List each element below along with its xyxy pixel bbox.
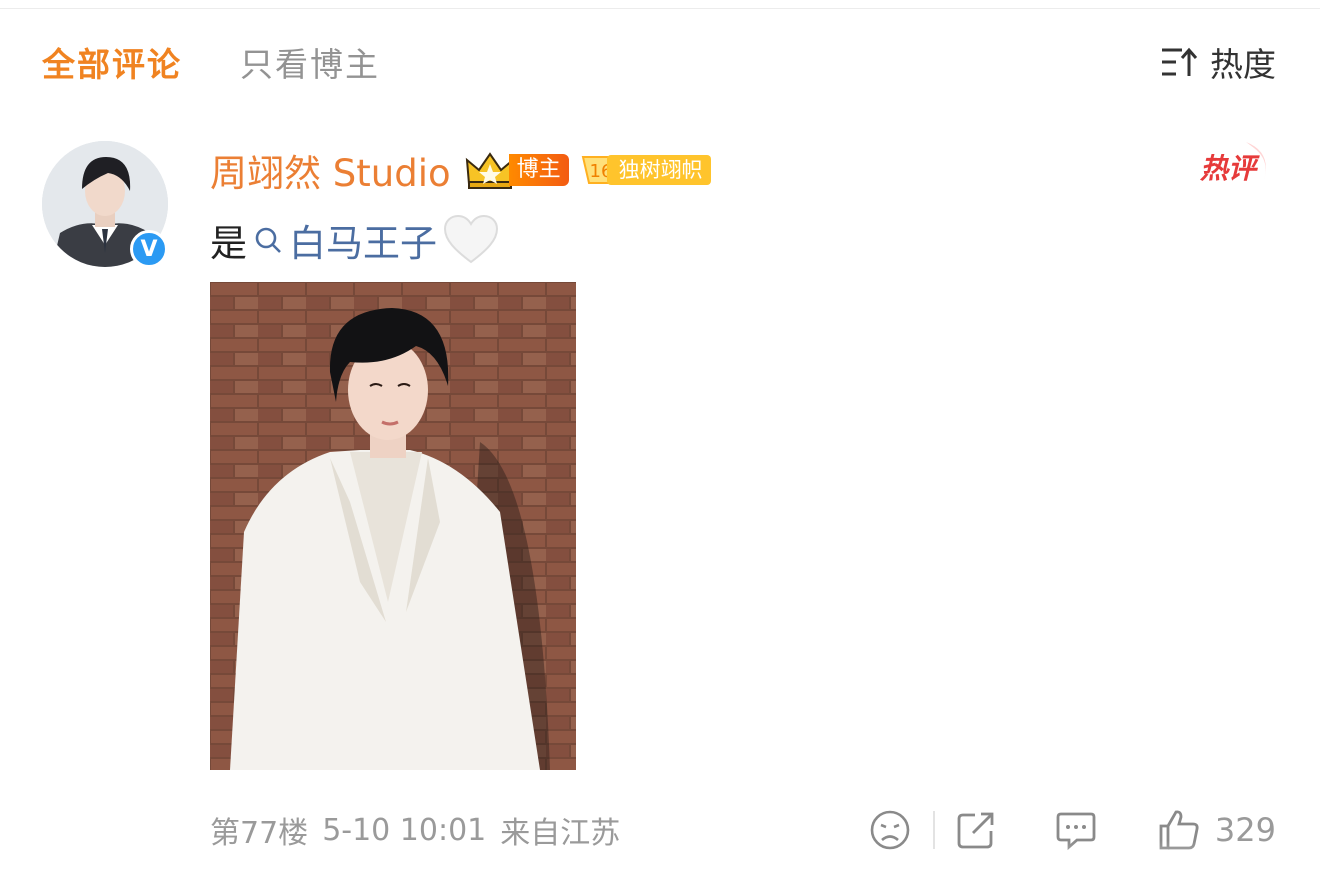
sort-icon [1162,47,1198,76]
fan-badge[interactable]: 16 独树翊帜 [581,152,711,188]
sort-label: 热度 [1210,45,1276,84]
search-icon [255,227,281,253]
topic-text: 白马王子 [289,222,437,265]
tab-blogger-only[interactable]: 只看博主 [240,38,380,86]
verified-badge-icon: V [130,230,168,268]
topic-link[interactable]: 白马王子 [253,213,437,267]
fan-badge-label: 独树翊帜 [606,155,711,185]
username-link[interactable]: 周翊然 Studio [210,143,451,197]
comment-tabs: 全部评论 只看博主 [42,38,438,86]
white-heart-icon [443,214,499,264]
comment-actions: 329 [869,804,1276,856]
comment-image[interactable] [210,282,576,770]
reply-button[interactable] [1055,809,1097,851]
dislike-button[interactable] [869,809,911,851]
comment-datetime: 5-10 10:01 [322,812,487,848]
sad-face-icon [870,810,910,850]
comment-text: 是 白马王子 [210,212,499,268]
hot-comment-label: 热评 [1199,152,1260,185]
comment-meta: 第77楼 5-10 10:01 来自江苏 [210,806,634,854]
comment-text-prefix: 是 [210,222,247,265]
like-button[interactable]: 329 [1157,808,1276,852]
top-divider [0,8,1320,9]
thumbs-up-icon [1159,810,1199,850]
hot-comment-tag-icon: 热评 [1199,142,1266,185]
host-badge-label: 博主 [508,154,569,186]
host-badge: 博主 [465,152,569,189]
tab-all-comments[interactable]: 全部评论 [42,38,182,86]
share-icon [957,812,994,849]
comment-icon [1056,812,1096,851]
floor-number: 第77楼 [210,816,309,851]
comment-location: 来自江苏 [500,816,621,851]
comment-header: 周翊然 Studio 博主 16 独树翊帜 [210,143,711,197]
like-count: 329 [1214,811,1276,849]
crown-icon [465,152,514,189]
action-divider [932,811,935,849]
share-button[interactable] [955,809,997,851]
sort-button[interactable]: 热度 [1160,38,1276,86]
